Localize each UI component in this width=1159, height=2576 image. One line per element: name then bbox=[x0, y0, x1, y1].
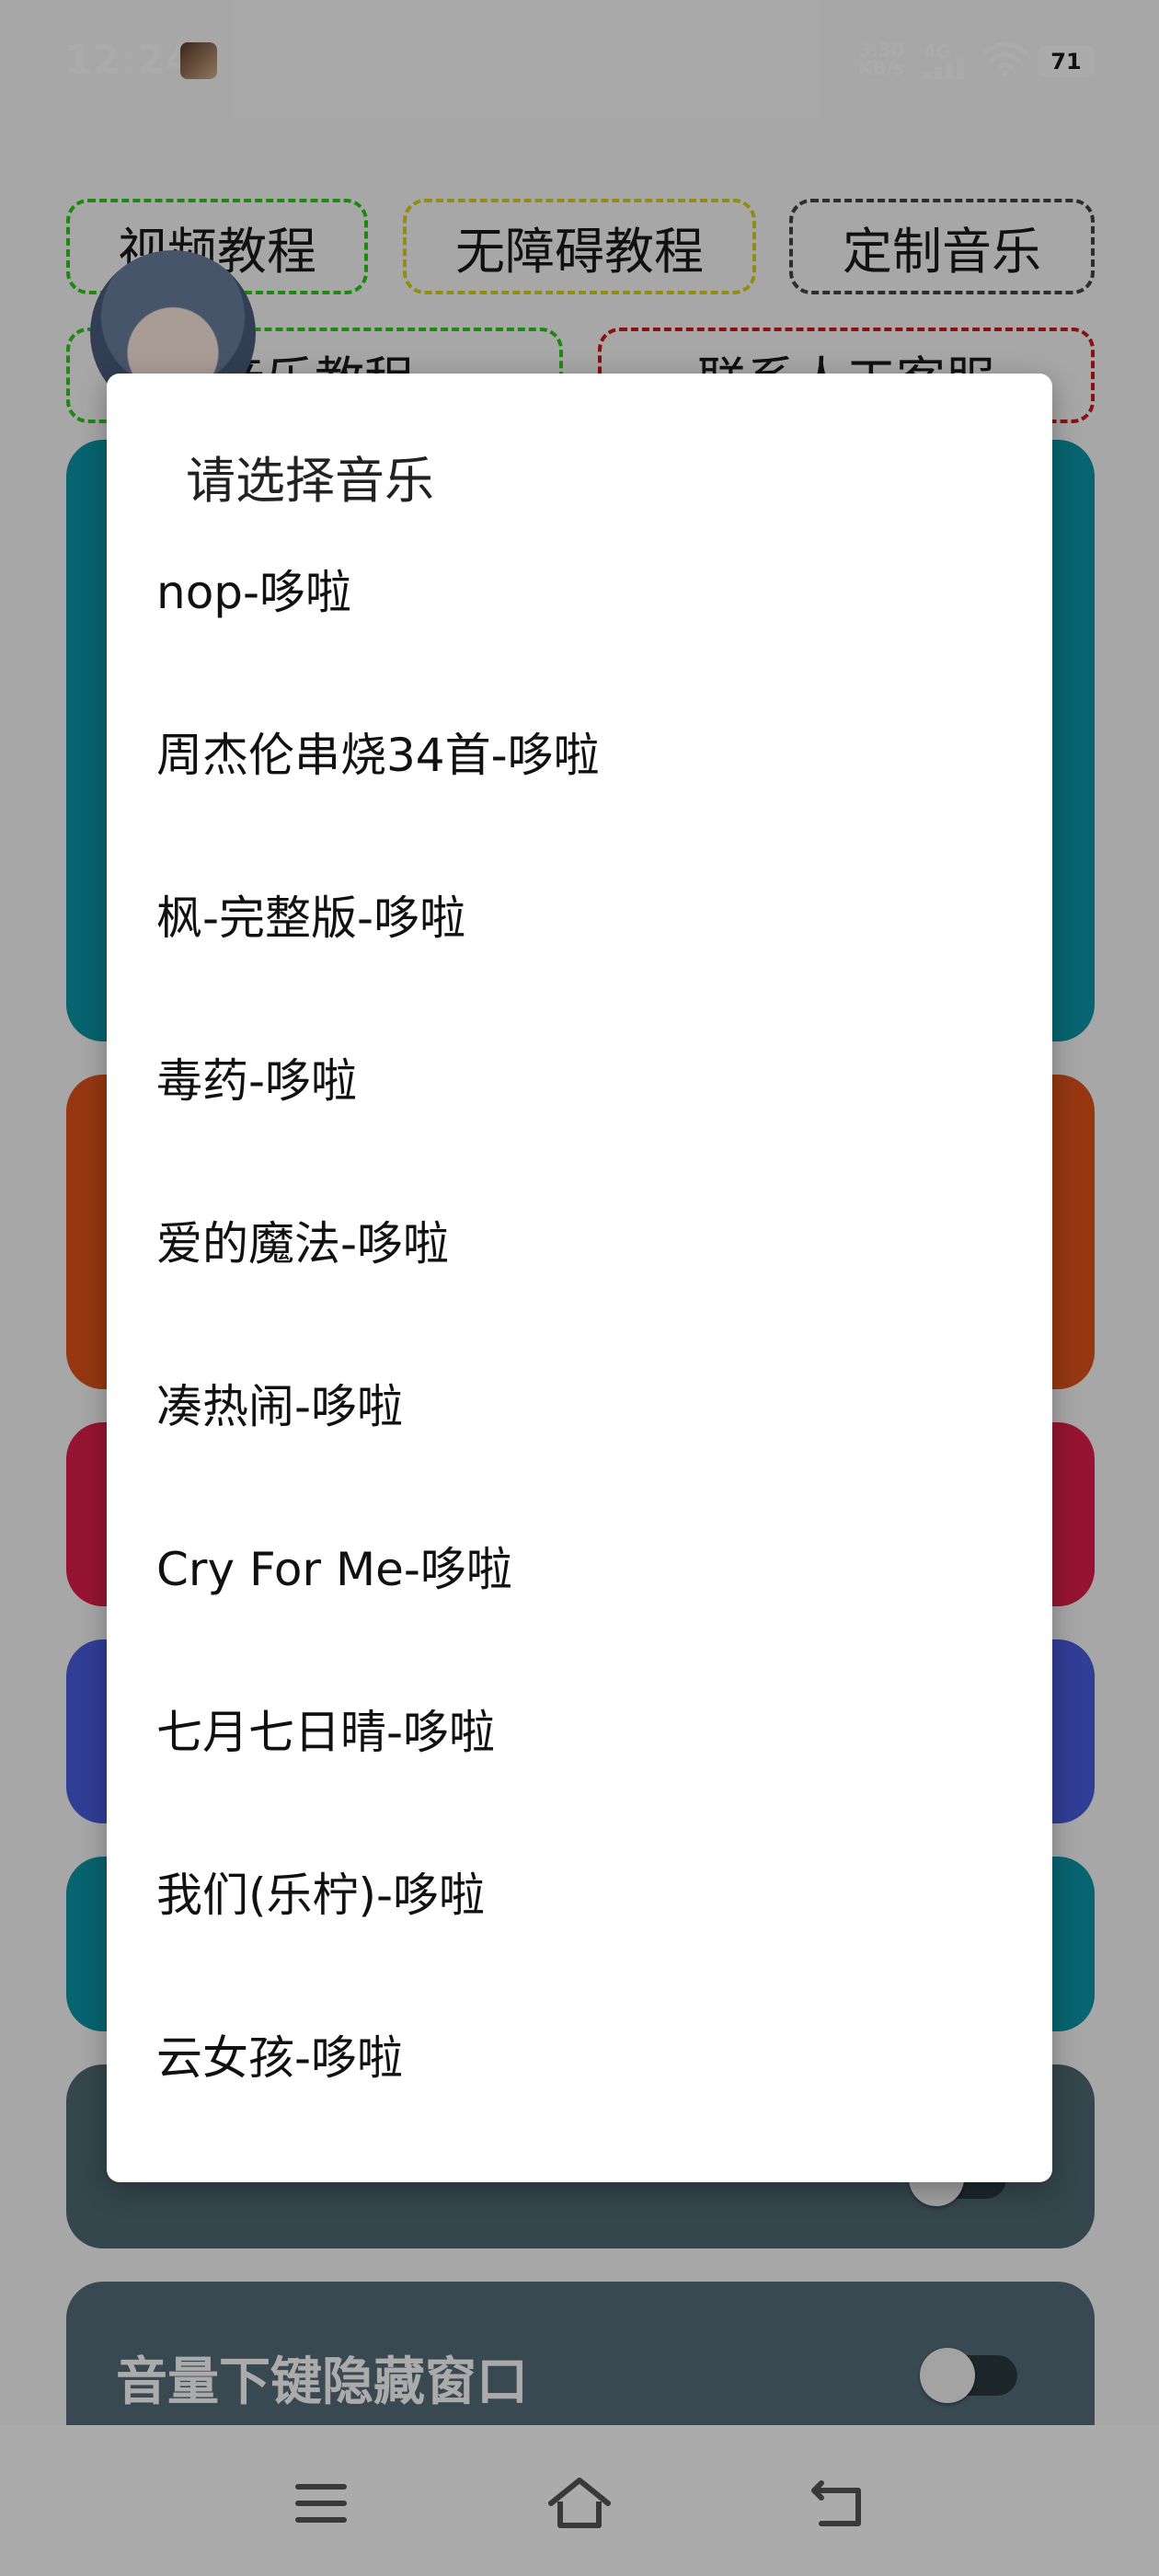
music-option[interactable]: Cry For Me-哆啦 bbox=[107, 1484, 1052, 1647]
music-option[interactable]: 枫-完整版-哆啦 bbox=[107, 833, 1052, 995]
music-select-dialog: 请选择音乐 nop-哆啦 周杰伦串烧34首-哆啦 枫-完整版-哆啦 毒药-哆啦 … bbox=[107, 374, 1052, 2182]
music-option[interactable]: 爱的魔法-哆啦 bbox=[107, 1158, 1052, 1321]
dialog-title: 请选择音乐 bbox=[186, 452, 434, 510]
music-option[interactable]: 毒药-哆啦 bbox=[107, 995, 1052, 1158]
music-option[interactable]: 凑热闹-哆啦 bbox=[107, 1321, 1052, 1484]
music-option[interactable]: 云女孩-哆啦 bbox=[107, 1972, 1052, 2135]
music-option[interactable]: 七月七日晴-哆啦 bbox=[107, 1647, 1052, 1810]
music-option[interactable]: 周杰伦串烧34首-哆啦 bbox=[107, 670, 1052, 833]
music-option[interactable]: nop-哆啦 bbox=[107, 507, 1052, 670]
music-option[interactable]: 我们(乐柠)-哆啦 bbox=[107, 1810, 1052, 1972]
